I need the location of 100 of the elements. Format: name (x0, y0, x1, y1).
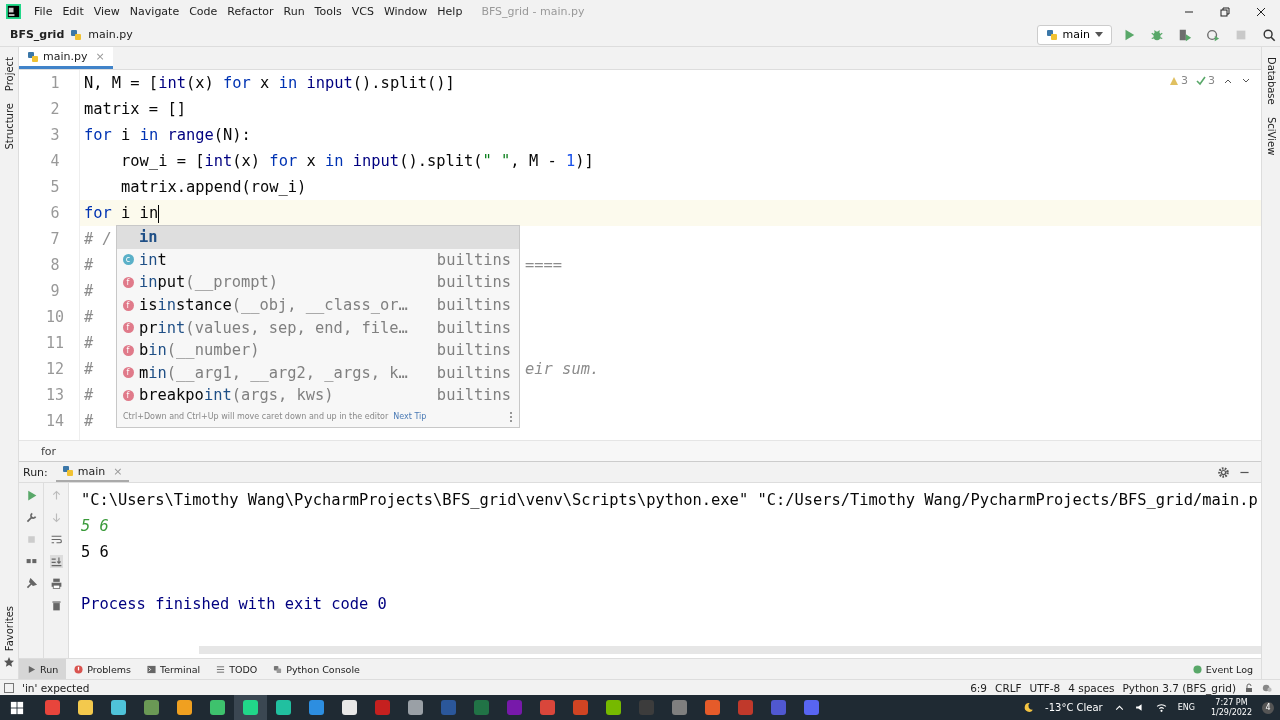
tool-window-tab[interactable]: Structure (3, 97, 15, 156)
typos-indicator[interactable]: 3 (1196, 74, 1215, 87)
completion-item[interactable]: c int builtins (117, 248, 519, 272)
status-item[interactable]: 6:9 (970, 681, 988, 694)
status-message: 'in' expected (22, 681, 90, 694)
tool-window-tab[interactable]: SciView (1265, 110, 1277, 162)
menu-item[interactable]: File (29, 5, 58, 18)
code-line: for i in (84, 204, 160, 222)
app-icon[interactable] (573, 700, 588, 715)
app-icon[interactable] (705, 700, 720, 715)
tool-window-tab[interactable]: Favorites (3, 599, 15, 657)
wrench-icon[interactable] (24, 511, 38, 524)
app-icon[interactable] (309, 700, 324, 715)
completion-item[interactable]: f input(__prompt) builtins (117, 271, 519, 294)
chevron-up-icon[interactable] (1113, 702, 1125, 713)
line-number: 1 (49, 73, 61, 94)
tool-tab[interactable]: Terminal (139, 659, 209, 679)
clock-time[interactable]: 7:27 PM (1215, 697, 1248, 708)
app-icon[interactable] (738, 700, 753, 715)
app-icon[interactable] (111, 700, 126, 715)
coverage-icon[interactable] (1178, 27, 1192, 42)
scroll-to-end-icon[interactable] (49, 555, 63, 568)
menu-item[interactable]: Navigate (124, 5, 185, 18)
completion-item[interactable]: in (117, 226, 519, 249)
app-icon[interactable] (672, 700, 687, 715)
app-icon[interactable] (606, 700, 621, 715)
window-title: BFS_grid - main.py (481, 5, 586, 18)
status-item[interactable]: UTF-8 (1029, 681, 1061, 694)
app-icon[interactable] (144, 700, 159, 715)
warnings-indicator[interactable]: 3 (1169, 74, 1188, 87)
language-indicator[interactable]: ENG (1177, 703, 1195, 712)
lock-icon[interactable] (1244, 682, 1254, 693)
bug-icon[interactable] (1150, 27, 1164, 42)
tool-tab[interactable]: Problems (66, 659, 139, 679)
play-icon (27, 664, 36, 674)
line-number: 7 (49, 229, 61, 250)
profile-icon[interactable] (1206, 27, 1220, 42)
completion-item[interactable]: f bin(__number) builtins (117, 338, 519, 362)
tool-window-tab[interactable]: Project (3, 51, 15, 98)
app-icon[interactable] (474, 700, 489, 715)
code-breadcrumb[interactable]: for (41, 444, 57, 458)
settings-icon[interactable] (1217, 465, 1230, 479)
event-log-tab[interactable]: Event Log (1184, 659, 1261, 679)
menu-item[interactable]: Edit (57, 5, 89, 18)
tool-tab[interactable]: Run (19, 659, 67, 679)
weather-text[interactable]: -13°C Clear (1045, 702, 1103, 713)
menu-item[interactable]: Window (378, 5, 433, 18)
app-icon[interactable] (540, 700, 555, 715)
code-line: # (84, 360, 94, 378)
completion-item[interactable]: f print(values, sep, end, file… builtins (117, 316, 519, 339)
app-icon[interactable] (771, 700, 786, 715)
clock-date[interactable]: 1/29/2022 (1210, 707, 1252, 718)
process-tab[interactable]: main (77, 464, 106, 478)
print-icon[interactable] (49, 577, 63, 590)
completion-item[interactable]: f isinstance(__obj, __class_or… builtins (117, 293, 519, 317)
menu-item[interactable]: Help (432, 5, 468, 18)
scrollbar[interactable] (199, 646, 1261, 654)
breadcrumb-project[interactable]: BFS_grid (10, 28, 65, 41)
soft-wrap-icon[interactable] (49, 533, 63, 546)
tool-window-tab[interactable]: Database (1265, 51, 1277, 111)
editor-tab[interactable]: main.py × (19, 47, 113, 69)
trash-icon[interactable] (49, 599, 63, 612)
app-icon[interactable] (441, 700, 456, 715)
completion-item[interactable]: f min(__arg1, __arg2, _args, k… builtins (117, 361, 519, 385)
windows-start-icon[interactable] (10, 700, 24, 715)
taskbar-active-slot[interactable] (234, 695, 267, 720)
menu-item[interactable]: VCS (346, 5, 379, 18)
menu-item[interactable]: Tools (309, 5, 347, 18)
app-icon[interactable] (375, 700, 390, 715)
more-icon[interactable] (509, 410, 513, 423)
app-icon[interactable] (507, 700, 522, 715)
app-icon[interactable] (276, 700, 291, 715)
run-configuration-dropdown[interactable]: main (1036, 24, 1112, 45)
close-icon[interactable] (1256, 6, 1266, 17)
app-icon[interactable] (408, 700, 423, 715)
menu-item[interactable]: Run (278, 5, 310, 18)
restore-icon[interactable] (1220, 6, 1230, 17)
checkbox-icon[interactable] (4, 682, 14, 693)
menu-item[interactable]: View (88, 5, 125, 18)
notification-badge[interactable]: 4 (1262, 701, 1274, 714)
app-icon[interactable] (342, 700, 357, 715)
next-tip-link[interactable]: Next Tip (393, 412, 427, 422)
app-icon[interactable] (210, 700, 225, 715)
app-icon[interactable] (45, 700, 60, 715)
app-icon[interactable] (177, 700, 192, 715)
completion-item[interactable]: f breakpoint(args, kws) builtins (117, 384, 519, 407)
status-item[interactable]: Python 3.7 (BFS_grid) (1122, 681, 1236, 694)
inspector-icon[interactable] (1262, 682, 1272, 693)
wifi-icon[interactable] (1155, 702, 1167, 713)
menu-item[interactable]: Refactor (222, 5, 279, 18)
breadcrumb-file[interactable]: main.py (88, 28, 133, 41)
tool-tab[interactable]: TODO (208, 659, 266, 679)
status-item[interactable]: CRLF (995, 681, 1022, 694)
app-icon[interactable] (804, 700, 819, 715)
app-icon[interactable] (78, 700, 93, 715)
menu-item[interactable]: Code (184, 5, 223, 18)
pin-icon[interactable] (24, 577, 38, 590)
status-item[interactable]: 4 spaces (1068, 681, 1115, 694)
search-icon[interactable] (1262, 27, 1276, 42)
tool-tab[interactable]: Python Console (265, 659, 368, 679)
